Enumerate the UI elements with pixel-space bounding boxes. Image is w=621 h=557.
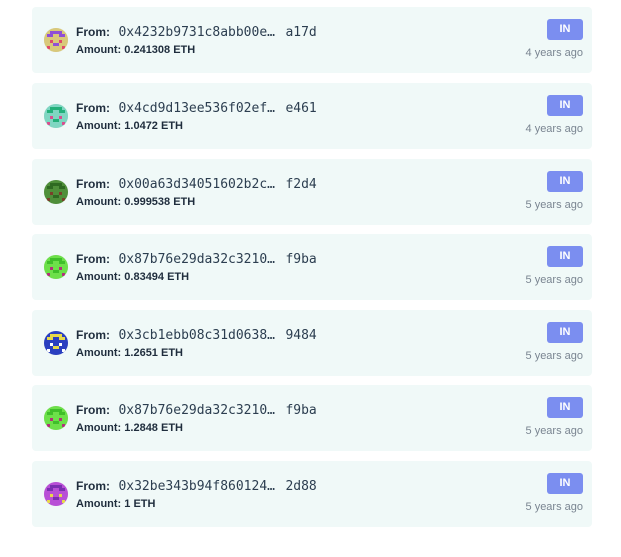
sender-address-tail: 2d88: [285, 479, 317, 494]
from-label: From:: [76, 25, 110, 39]
amount-label: Amount:: [76, 347, 122, 359]
direction-badge[interactable]: IN: [547, 95, 583, 116]
sender-address-tail: f2d4: [285, 177, 317, 192]
sender-address[interactable]: 0x4cd9d13ee536f02ef…: [118, 101, 275, 116]
timestamp: 5 years ago: [525, 274, 583, 286]
direction-badge[interactable]: IN: [547, 397, 583, 418]
amount-line: Amount: 1.2651 ETH: [76, 346, 183, 360]
amount-label: Amount:: [76, 120, 122, 132]
transaction-row[interactable]: From: 0x4cd9d13ee536f02ef… e461 Amount: …: [32, 83, 592, 149]
from-line: From: 0x32be343b94f860124… 2d88: [76, 477, 317, 496]
transaction-list: From: 0x4232b9731c8abb00e… a17d Amount: …: [0, 0, 621, 557]
sender-address[interactable]: 0x3cb1ebb08c31d0638…: [118, 328, 275, 343]
from-label: From:: [76, 479, 110, 493]
sender-avatar-icon: [44, 406, 68, 430]
direction-badge[interactable]: IN: [547, 171, 583, 192]
sender-avatar-icon: [44, 331, 68, 355]
sender-address[interactable]: 0x00a63d34051602b2c…: [118, 177, 275, 192]
amount-value: 1 ETH: [124, 498, 156, 510]
amount-value: 1.0472 ETH: [124, 120, 183, 132]
transaction-row[interactable]: From: 0x3cb1ebb08c31d0638… 9484 Amount: …: [32, 310, 592, 376]
timestamp: 5 years ago: [525, 425, 583, 437]
transaction-row[interactable]: From: 0x87b76e29da32c3210… f9ba Amount: …: [32, 234, 592, 300]
sender-address-tail: f9ba: [285, 252, 317, 267]
amount-line: Amount: 0.999538 ETH: [76, 195, 195, 209]
transaction-row[interactable]: From: 0x87b76e29da32c3210… f9ba Amount: …: [32, 385, 592, 451]
sender-avatar-icon: [44, 28, 68, 52]
amount-label: Amount:: [76, 422, 122, 434]
sender-avatar-icon: [44, 482, 68, 506]
direction-badge[interactable]: IN: [547, 246, 583, 267]
sender-address-tail: a17d: [285, 25, 317, 40]
amount-label: Amount:: [76, 271, 122, 283]
from-label: From:: [76, 403, 110, 417]
sender-address-tail: 9484: [285, 328, 317, 343]
from-line: From: 0x4cd9d13ee536f02ef… e461: [76, 99, 317, 118]
direction-badge[interactable]: IN: [547, 19, 583, 40]
timestamp: 5 years ago: [525, 350, 583, 362]
transaction-row[interactable]: From: 0x4232b9731c8abb00e… a17d Amount: …: [32, 7, 592, 73]
from-line: From: 0x87b76e29da32c3210… f9ba: [76, 401, 317, 420]
from-line: From: 0x3cb1ebb08c31d0638… 9484: [76, 326, 317, 345]
from-line: From: 0x87b76e29da32c3210… f9ba: [76, 250, 317, 269]
amount-value: 0.241308 ETH: [124, 44, 196, 56]
sender-address[interactable]: 0x32be343b94f860124…: [118, 479, 275, 494]
amount-line: Amount: 1 ETH: [76, 497, 155, 511]
sender-address-tail: f9ba: [285, 403, 317, 418]
sender-address[interactable]: 0x4232b9731c8abb00e…: [118, 25, 275, 40]
from-line: From: 0x00a63d34051602b2c… f2d4: [76, 175, 317, 194]
amount-line: Amount: 1.0472 ETH: [76, 119, 183, 133]
sender-avatar-icon: [44, 180, 68, 204]
amount-label: Amount:: [76, 196, 122, 208]
sender-address[interactable]: 0x87b76e29da32c3210…: [118, 252, 275, 267]
sender-avatar-icon: [44, 255, 68, 279]
from-label: From:: [76, 177, 110, 191]
amount-line: Amount: 0.241308 ETH: [76, 43, 195, 57]
amount-value: 1.2848 ETH: [124, 422, 183, 434]
amount-value: 0.83494 ETH: [124, 271, 190, 283]
amount-label: Amount:: [76, 44, 122, 56]
timestamp: 4 years ago: [525, 47, 583, 59]
sender-avatar-icon: [44, 104, 68, 128]
from-line: From: 0x4232b9731c8abb00e… a17d: [76, 23, 317, 42]
amount-line: Amount: 1.2848 ETH: [76, 421, 183, 435]
from-label: From:: [76, 328, 110, 342]
timestamp: 4 years ago: [525, 123, 583, 135]
direction-badge[interactable]: IN: [547, 322, 583, 343]
direction-badge[interactable]: IN: [547, 473, 583, 494]
amount-value: 1.2651 ETH: [124, 347, 183, 359]
amount-line: Amount: 0.83494 ETH: [76, 270, 189, 284]
transaction-row[interactable]: From: 0x00a63d34051602b2c… f2d4 Amount: …: [32, 159, 592, 225]
amount-label: Amount:: [76, 498, 122, 510]
sender-address-tail: e461: [285, 101, 317, 116]
transaction-row[interactable]: From: 0x32be343b94f860124… 2d88 Amount: …: [32, 461, 592, 527]
from-label: From:: [76, 252, 110, 266]
timestamp: 5 years ago: [525, 501, 583, 513]
timestamp: 5 years ago: [525, 199, 583, 211]
sender-address[interactable]: 0x87b76e29da32c3210…: [118, 403, 275, 418]
amount-value: 0.999538 ETH: [124, 196, 196, 208]
from-label: From:: [76, 101, 110, 115]
